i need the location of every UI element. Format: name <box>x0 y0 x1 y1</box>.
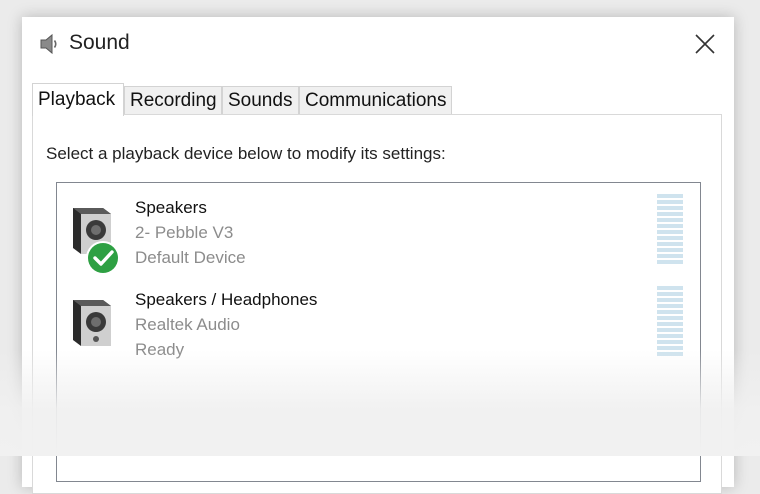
sound-dialog: Sound Playback Recording Sounds Communic… <box>22 17 734 494</box>
device-description: Realtek Audio <box>135 315 240 334</box>
close-button[interactable] <box>682 25 728 63</box>
volume-level-meter <box>657 194 683 264</box>
playback-instruction: Select a playback device below to modify… <box>46 144 446 163</box>
speaker-icon <box>40 33 57 55</box>
device-name: Speakers <box>135 198 207 217</box>
tab-recording[interactable]: Recording <box>124 86 222 114</box>
title-bar[interactable]: Sound <box>22 17 734 73</box>
device-status: Ready <box>135 340 185 359</box>
tab-sounds[interactable]: Sounds <box>222 86 299 114</box>
default-device-check-icon <box>86 241 120 275</box>
volume-level-meter <box>657 286 683 356</box>
tab-playback[interactable]: Playback <box>32 83 124 116</box>
device-description: 2- Pebble V3 <box>135 223 234 242</box>
playback-device-list[interactable]: Speakers 2- Pebble V3 Default Device Spe… <box>56 182 701 482</box>
tab-communications[interactable]: Communications <box>299 86 452 114</box>
speaker-device-icon <box>73 300 111 346</box>
close-icon <box>695 34 715 54</box>
device-item-speakers-headphones[interactable]: Speakers / Headphones Realtek Audio Read… <box>65 286 693 372</box>
device-name: Speakers / Headphones <box>135 290 318 309</box>
device-status: Default Device <box>135 248 246 267</box>
device-item-speakers[interactable]: Speakers 2- Pebble V3 Default Device <box>65 194 693 280</box>
window-title: Sound <box>69 31 130 54</box>
